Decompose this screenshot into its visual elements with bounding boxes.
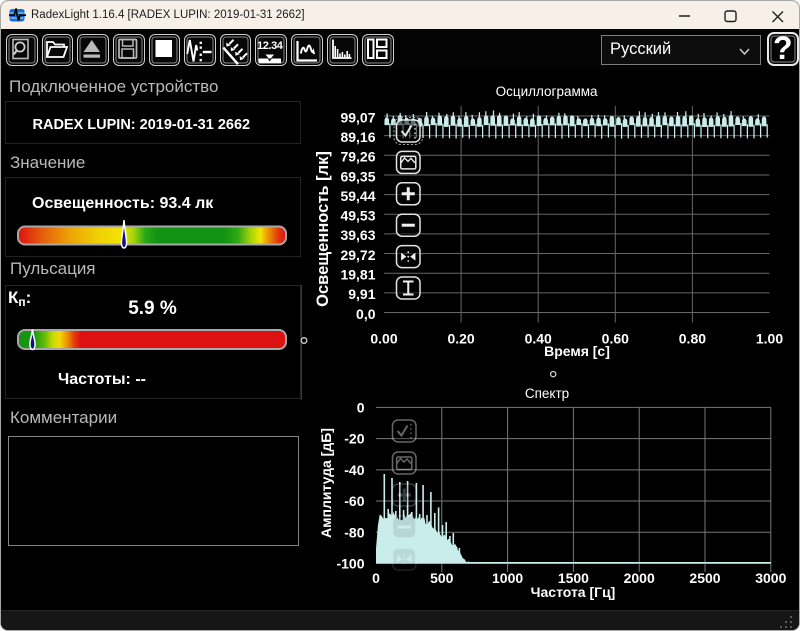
svg-text:29,72: 29,72 xyxy=(340,247,375,263)
svg-text:-60: -60 xyxy=(344,493,364,509)
svg-text:2500: 2500 xyxy=(689,570,720,586)
svg-text:Частота [Гц]: Частота [Гц] xyxy=(531,584,616,600)
svg-text:19,81: 19,81 xyxy=(340,267,375,283)
svg-text:Спектр: Спектр xyxy=(525,386,569,401)
svg-text:69,35: 69,35 xyxy=(340,168,375,184)
svg-text:12.34: 12.34 xyxy=(257,40,284,52)
svg-text:3000: 3000 xyxy=(755,570,786,586)
svg-text:99,07: 99,07 xyxy=(340,109,375,125)
svg-text:49,53: 49,53 xyxy=(340,208,375,224)
svg-text:-40: -40 xyxy=(344,462,364,478)
svg-text:0.80: 0.80 xyxy=(679,331,706,347)
svg-text:-80: -80 xyxy=(344,524,364,540)
svg-text:0.00: 0.00 xyxy=(370,331,397,347)
svg-text:Освещенность [лк]: Освещенность [лк] xyxy=(314,151,332,307)
svg-text:-100: -100 xyxy=(336,556,364,572)
svg-text:500: 500 xyxy=(430,570,454,586)
svg-text:Время [с]: Время [с] xyxy=(544,343,610,359)
svg-text:Амплитуда [дБ]: Амплитуда [дБ] xyxy=(318,428,334,538)
svg-text:-20: -20 xyxy=(344,431,364,447)
svg-text:89,16: 89,16 xyxy=(340,129,375,145)
svg-text:9,91: 9,91 xyxy=(348,286,375,302)
svg-text:0.20: 0.20 xyxy=(447,331,474,347)
svg-text:1000: 1000 xyxy=(492,570,523,586)
svg-text:39,63: 39,63 xyxy=(340,227,375,243)
svg-text:0: 0 xyxy=(357,399,365,415)
svg-text:59,44: 59,44 xyxy=(340,188,375,204)
svg-text:0,0: 0,0 xyxy=(356,306,376,322)
svg-text:79,26: 79,26 xyxy=(340,149,375,165)
svg-text:2000: 2000 xyxy=(624,570,655,586)
svg-text:0: 0 xyxy=(372,570,380,586)
svg-text:Осциллограмма: Осциллограмма xyxy=(496,84,598,99)
svg-text:1.00: 1.00 xyxy=(756,331,783,347)
